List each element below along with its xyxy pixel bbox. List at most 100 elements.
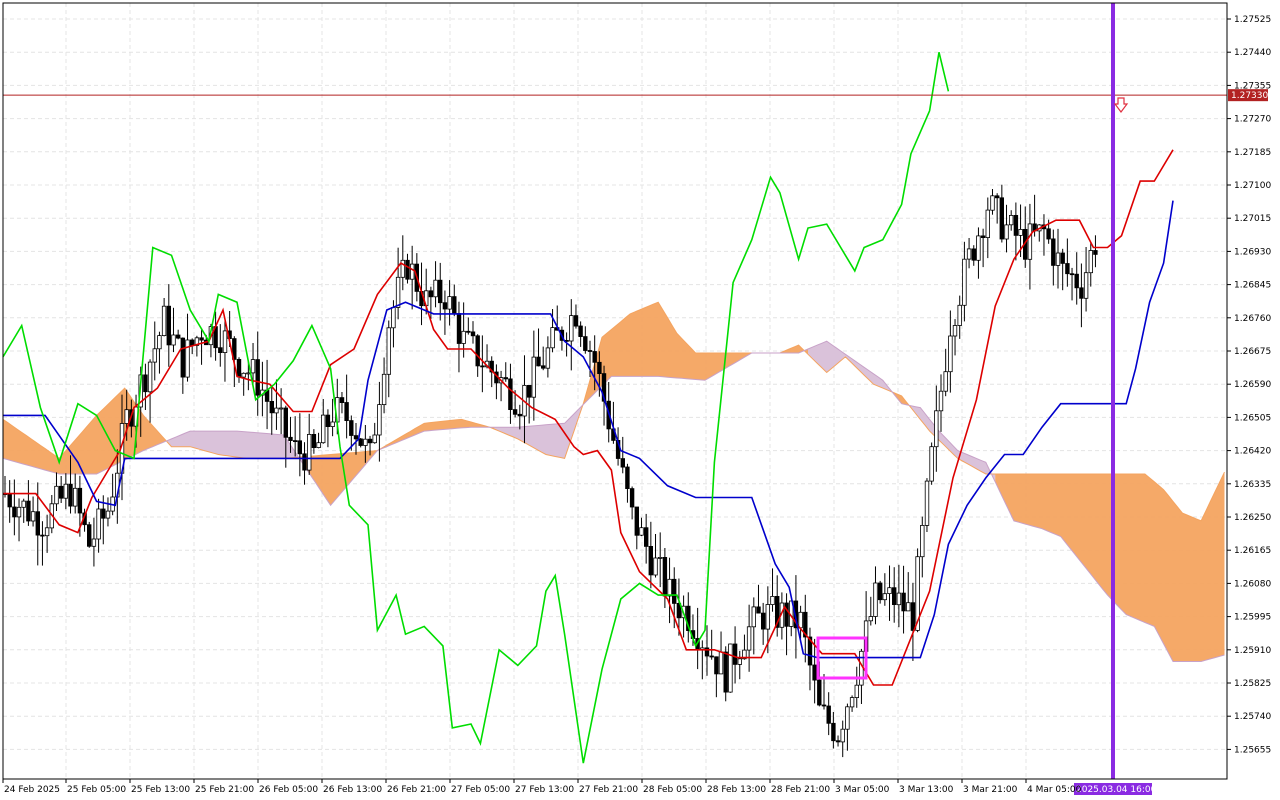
candle-bull: [161, 305, 167, 337]
candle-bull: [531, 356, 536, 398]
candle-bull: [728, 643, 733, 693]
y-tick-label: 1.25910: [1234, 646, 1271, 656]
candle-bear: [466, 330, 471, 333]
candle-bull: [54, 485, 59, 505]
candle-bull: [658, 557, 663, 559]
candle-bull: [377, 404, 382, 436]
candle-bear: [910, 602, 916, 631]
candle-bear: [878, 582, 883, 601]
candle-bull: [737, 658, 742, 665]
y-tick-label: 1.27525: [1234, 15, 1271, 25]
candle-bull: [718, 651, 724, 675]
candle-bear: [358, 438, 363, 446]
candle-bear: [629, 488, 635, 508]
x-tick-label: 25 Feb 13:00: [131, 785, 190, 795]
candle-bear: [35, 511, 40, 536]
y-tick-label: 1.27185: [1234, 148, 1271, 158]
candle-bull: [798, 611, 803, 629]
candle-bear: [835, 740, 841, 743]
y-tick-label: 1.27015: [1234, 214, 1271, 224]
candle-bear: [592, 351, 597, 363]
candle-bear: [892, 587, 897, 606]
candle-bear: [1069, 273, 1075, 276]
candle-bull: [906, 602, 911, 612]
candle-bear: [644, 527, 649, 547]
candle-bull: [854, 684, 859, 699]
candle-bear: [527, 384, 532, 398]
candle-bear: [292, 440, 298, 443]
candle-bull: [21, 500, 26, 508]
candle-bear: [812, 664, 817, 681]
candle-bear: [236, 358, 242, 378]
candle-bull: [924, 480, 930, 526]
candle-bull: [91, 538, 97, 547]
candle-bull: [250, 359, 256, 374]
candle-bull: [246, 372, 251, 375]
candle-bull: [274, 407, 279, 414]
candle-bear: [517, 413, 522, 417]
candle-bull: [653, 557, 658, 576]
candle-bear: [1051, 238, 1056, 266]
current-price-label: 1.27330: [1231, 91, 1268, 101]
candle-bull: [1088, 250, 1093, 274]
candle-bear: [175, 334, 181, 339]
candle-bull: [943, 371, 948, 392]
x-tick-label: 26 Feb 21:00: [387, 785, 446, 795]
candle-bear: [442, 302, 448, 310]
current-time-label: 2025.03.04 16:00: [1076, 785, 1157, 795]
candle-bull: [962, 258, 967, 306]
y-tick-label: 1.26335: [1234, 480, 1271, 490]
candle-bear: [77, 487, 83, 514]
x-tick-label: 27 Feb 13:00: [515, 785, 574, 795]
candle-bull: [171, 334, 176, 346]
candle-bear: [971, 248, 976, 261]
candle-bull: [363, 438, 368, 446]
candle-bear: [456, 313, 462, 344]
candle-bear: [255, 359, 260, 396]
x-tick-label: 28 Feb 13:00: [707, 785, 766, 795]
candle-bear: [302, 453, 307, 471]
x-tick-label: 27 Feb 05:00: [451, 785, 510, 795]
candle-bear: [901, 592, 906, 612]
candle-bull: [73, 487, 78, 507]
candle-bull: [746, 626, 752, 651]
candle-bear: [349, 420, 354, 436]
candle-bear: [817, 679, 822, 706]
candle-bear: [480, 365, 485, 368]
candle-bull: [372, 434, 377, 444]
candle-bull: [845, 706, 850, 730]
candle-bear: [143, 374, 148, 393]
candle-bear: [756, 606, 761, 614]
x-tick-label: 4 Mar 05:00: [1027, 785, 1082, 795]
y-tick-label: 1.25825: [1234, 679, 1271, 689]
candle-bull: [1027, 223, 1033, 260]
candle-bull: [868, 616, 873, 622]
candle-bull: [569, 315, 574, 342]
x-tick-label: 25 Feb 05:00: [67, 785, 126, 795]
candle-bull: [30, 511, 36, 522]
x-tick-label: 3 Mar 21:00: [963, 785, 1018, 795]
y-tick-label: 1.26760: [1234, 314, 1271, 324]
candle-bear: [12, 506, 17, 518]
candle-bear: [311, 433, 317, 448]
candle-bull: [391, 306, 396, 329]
candle-bear: [353, 435, 359, 440]
candle-bull: [152, 348, 157, 363]
candle-bear: [826, 705, 831, 724]
candle-bull: [990, 195, 995, 211]
candle-bull: [461, 330, 466, 344]
candle-bull: [395, 276, 401, 308]
candle-bull: [433, 279, 438, 298]
candle-bull: [545, 347, 551, 369]
candle-bull: [952, 325, 958, 337]
candle-bear: [1013, 214, 1019, 236]
candle-bull: [934, 410, 939, 448]
candle-bear: [541, 365, 546, 369]
y-tick-label: 1.26590: [1234, 380, 1271, 390]
y-tick-label: 1.27440: [1234, 48, 1271, 58]
candle-bear: [470, 331, 476, 337]
candle-bear: [821, 704, 827, 707]
candle-bear: [503, 377, 508, 380]
candle-bear: [288, 436, 293, 441]
candle-bear: [648, 546, 653, 576]
